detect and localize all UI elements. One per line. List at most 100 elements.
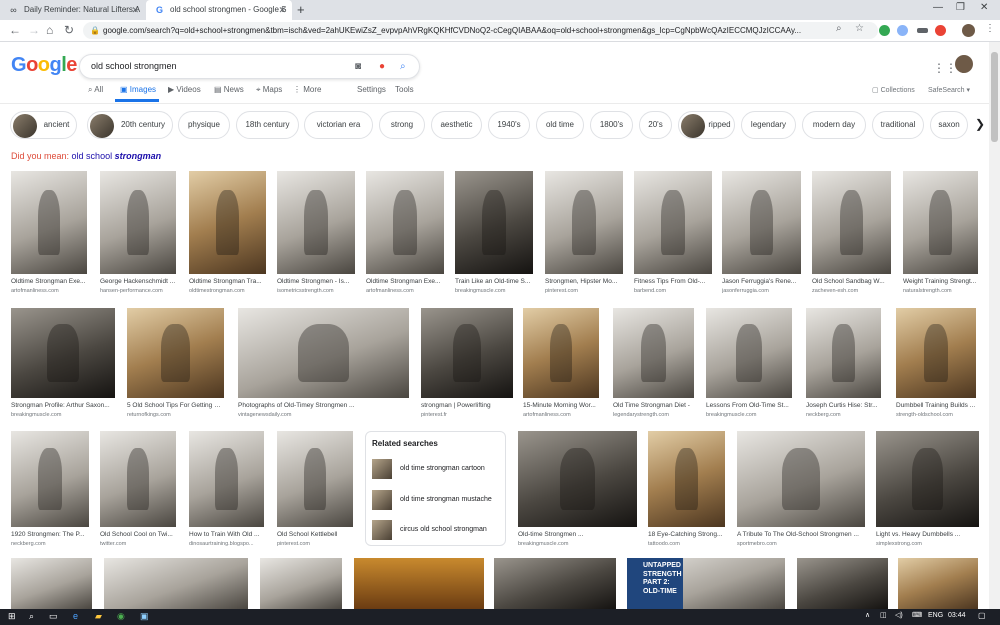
result-caption[interactable]: strongman | Powerlifting	[421, 402, 513, 409]
search-icon[interactable]: ⌕	[29, 611, 34, 622]
result-thumbnail[interactable]	[277, 431, 353, 527]
result-thumbnail[interactable]	[648, 431, 725, 527]
notification-icon[interactable]: ▢	[978, 611, 986, 620]
browser-tab-reminder[interactable]: ∞ Daily Reminder: Natural Lifters A ✕	[0, 0, 145, 20]
related-search-item[interactable]: old time strongman mustache	[372, 489, 502, 511]
safesearch-link[interactable]: SafeSearch ▾	[928, 86, 970, 94]
result-thumbnail[interactable]	[876, 431, 979, 527]
close-icon[interactable]: ✕	[278, 0, 286, 20]
microphone-icon[interactable]: ●	[379, 55, 385, 78]
windows-start-icon[interactable]: ⊞	[8, 611, 16, 622]
chip-saxon[interactable]: saxon	[930, 111, 968, 139]
result-caption[interactable]: How to Train With Old ...	[189, 531, 264, 538]
back-icon[interactable]: ←	[9, 23, 21, 37]
network-icon[interactable]: ◫	[880, 611, 887, 619]
chip-ancient[interactable]: ancient	[10, 111, 77, 139]
result-caption[interactable]: 18 Eye-Catching Strong...	[648, 531, 725, 538]
tab-maps[interactable]: ⌖ Maps	[256, 85, 282, 95]
result-thumbnail[interactable]	[613, 308, 694, 398]
result-thumbnail[interactable]	[896, 308, 976, 398]
result-thumbnail[interactable]	[127, 308, 224, 398]
chevron-up-icon[interactable]: ∧	[865, 611, 870, 619]
maximize-icon[interactable]: ❐	[956, 2, 965, 13]
extension-icon[interactable]	[917, 28, 928, 33]
result-caption[interactable]: Light vs. Heavy Dumbbells ...	[876, 531, 979, 538]
chevron-right-icon[interactable]: ❯	[975, 117, 985, 131]
result-thumbnail[interactable]	[104, 558, 248, 609]
result-caption[interactable]: Photographs of Old-Timey Strongmen ...	[238, 402, 409, 409]
close-icon[interactable]: ✕	[131, 0, 139, 20]
result-thumbnail[interactable]	[898, 558, 978, 609]
chip-physique[interactable]: physique	[178, 111, 230, 139]
result-thumbnail[interactable]	[706, 308, 792, 398]
chip-ripped[interactable]: ripped	[678, 111, 735, 139]
result-caption[interactable]: 15-Minute Morning Wor...	[523, 402, 599, 409]
result-thumbnail[interactable]	[11, 431, 89, 527]
tab-news[interactable]: ▤ News	[214, 85, 244, 94]
result-caption[interactable]: Lessons From Old-Time St...	[706, 402, 792, 409]
related-search-item[interactable]: old time strongman cartoon	[372, 458, 502, 480]
chip-1800s[interactable]: 1800's	[590, 111, 633, 139]
menu-icon[interactable]: ⋮	[985, 23, 995, 34]
result-thumbnail[interactable]	[455, 171, 533, 274]
result-caption[interactable]: Old Time Strongman Diet -	[613, 402, 694, 409]
result-thumbnail[interactable]	[634, 171, 712, 274]
result-caption[interactable]: Old School Sandbag W...	[812, 278, 891, 285]
result-caption[interactable]: Joseph Curtis Hise: Str...	[806, 402, 881, 409]
clock[interactable]: 03:44	[948, 612, 966, 619]
result-caption[interactable]: Oldtime Strongman Exe...	[366, 278, 444, 285]
result-thumbnail[interactable]	[421, 308, 513, 398]
result-thumbnail[interactable]	[100, 171, 176, 274]
browser-tab-google[interactable]: G old school strongmen - Google S ✕	[146, 0, 292, 20]
zoom-icon[interactable]: ⌕	[836, 23, 842, 34]
result-thumbnail[interactable]	[11, 558, 92, 609]
dym-link[interactable]: old school strongman	[72, 151, 162, 161]
chrome-icon[interactable]: ◉	[117, 611, 125, 622]
tab-images[interactable]: ▣ Images	[120, 85, 156, 94]
camera-icon[interactable]: ◙	[355, 55, 361, 78]
app-icon[interactable]: ▣	[140, 611, 149, 622]
extension-icon[interactable]	[897, 25, 908, 36]
tab-settings[interactable]: Settings	[357, 85, 386, 94]
language-indicator[interactable]: ENG	[928, 612, 943, 619]
chip-traditional[interactable]: traditional	[872, 111, 924, 139]
result-caption[interactable]: Oldtime Strongman Tra...	[189, 278, 266, 285]
reload-icon[interactable]: ↻	[64, 23, 74, 37]
tab-all[interactable]: ⌕ All	[88, 85, 103, 95]
chip-1940s[interactable]: 1940's	[488, 111, 530, 139]
result-caption[interactable]: Train Like an Old-time S...	[455, 278, 533, 285]
result-thumbnail[interactable]	[722, 171, 801, 274]
home-icon[interactable]: ⌂	[46, 23, 53, 37]
window-close-icon[interactable]: ✕	[980, 2, 988, 13]
account-avatar[interactable]	[955, 55, 973, 73]
result-caption[interactable]: 5 Old School Tips For Getting R...	[127, 402, 224, 409]
scrollbar-thumb[interactable]	[991, 52, 998, 142]
chip-modern-day[interactable]: modern day	[802, 111, 866, 139]
chip-strong[interactable]: strong	[379, 111, 425, 139]
result-caption[interactable]: Oldtime Strongman Exe...	[11, 278, 87, 285]
result-caption[interactable]: Dumbbell Training Builds ...	[896, 402, 976, 409]
result-thumbnail[interactable]	[238, 308, 409, 398]
result-thumbnail[interactable]	[518, 431, 637, 527]
folder-icon[interactable]: ▰	[95, 611, 102, 622]
chip-victorian-era[interactable]: victorian era	[304, 111, 373, 139]
url-field[interactable]: 🔒 google.com/search?q=old+school+strongm…	[83, 22, 878, 39]
new-tab-button[interactable]: +	[297, 2, 305, 17]
result-caption[interactable]: Old-time Strongmen ...	[518, 531, 637, 538]
result-thumbnail[interactable]	[277, 171, 355, 274]
result-thumbnail[interactable]	[812, 171, 891, 274]
result-thumbnail[interactable]	[737, 431, 865, 527]
result-thumbnail[interactable]	[903, 171, 978, 274]
result-caption[interactable]: Weight Training Strengt...	[903, 278, 978, 285]
result-caption[interactable]: Strongmen, Hipster Mo...	[545, 278, 623, 285]
result-thumbnail[interactable]	[523, 308, 599, 398]
search-icon[interactable]: ⌕	[400, 55, 406, 78]
chip-20s[interactable]: 20's	[639, 111, 672, 139]
forward-icon[interactable]: →	[28, 23, 40, 37]
extension-icon[interactable]	[879, 25, 890, 36]
result-thumbnail[interactable]	[366, 171, 444, 274]
keyboard-icon[interactable]: ⌨	[912, 611, 922, 619]
result-caption[interactable]: 1920 Strongmen: The P...	[11, 531, 89, 538]
volume-icon[interactable]: ◁)	[895, 611, 903, 619]
google-logo[interactable]: Google	[11, 54, 77, 77]
